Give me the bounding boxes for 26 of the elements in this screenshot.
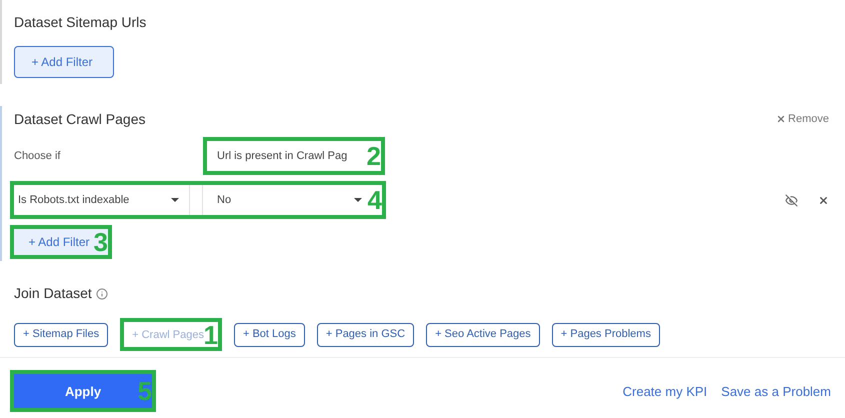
callout-number: 5: [138, 378, 152, 404]
callout-number: 4: [368, 187, 382, 213]
join-title: Join Dataset: [14, 284, 92, 303]
caret-icon: [354, 198, 362, 202]
join-button[interactable]: + Pages Problems: [552, 322, 660, 347]
join-button[interactable]: + Bot Logs: [234, 322, 305, 347]
close-icon[interactable]: [818, 194, 829, 206]
condition-dropdown[interactable]: Url is present in Crawl Pag: [207, 141, 357, 171]
callout-number: 2: [366, 143, 381, 169]
callout-number: 1: [204, 322, 218, 348]
add-filter-button[interactable]: + Add Filter: [14, 46, 114, 78]
section-title: Dataset Crawl Pages: [14, 110, 146, 129]
remove-button[interactable]: Remove: [776, 110, 831, 128]
callout-number: 3: [94, 229, 108, 255]
choose-if-label: Choose if: [14, 148, 62, 164]
caret-icon: [171, 198, 179, 202]
join-button[interactable]: + Sitemap Files: [14, 322, 108, 347]
field-dropdown[interactable]: Is Robots.txt indexable: [14, 185, 190, 215]
join-button[interactable]: + Seo Active Pages: [426, 322, 540, 347]
footer-link[interactable]: Create my KPI: [622, 382, 708, 401]
eye-off-icon[interactable]: [785, 194, 798, 206]
close-icon: [776, 114, 786, 124]
info-icon: [96, 288, 108, 300]
footer-link[interactable]: Save as a Problem: [721, 382, 831, 401]
join-button[interactable]: + Pages in GSC: [316, 322, 414, 347]
section-title: Dataset Sitemap Urls: [14, 13, 146, 32]
